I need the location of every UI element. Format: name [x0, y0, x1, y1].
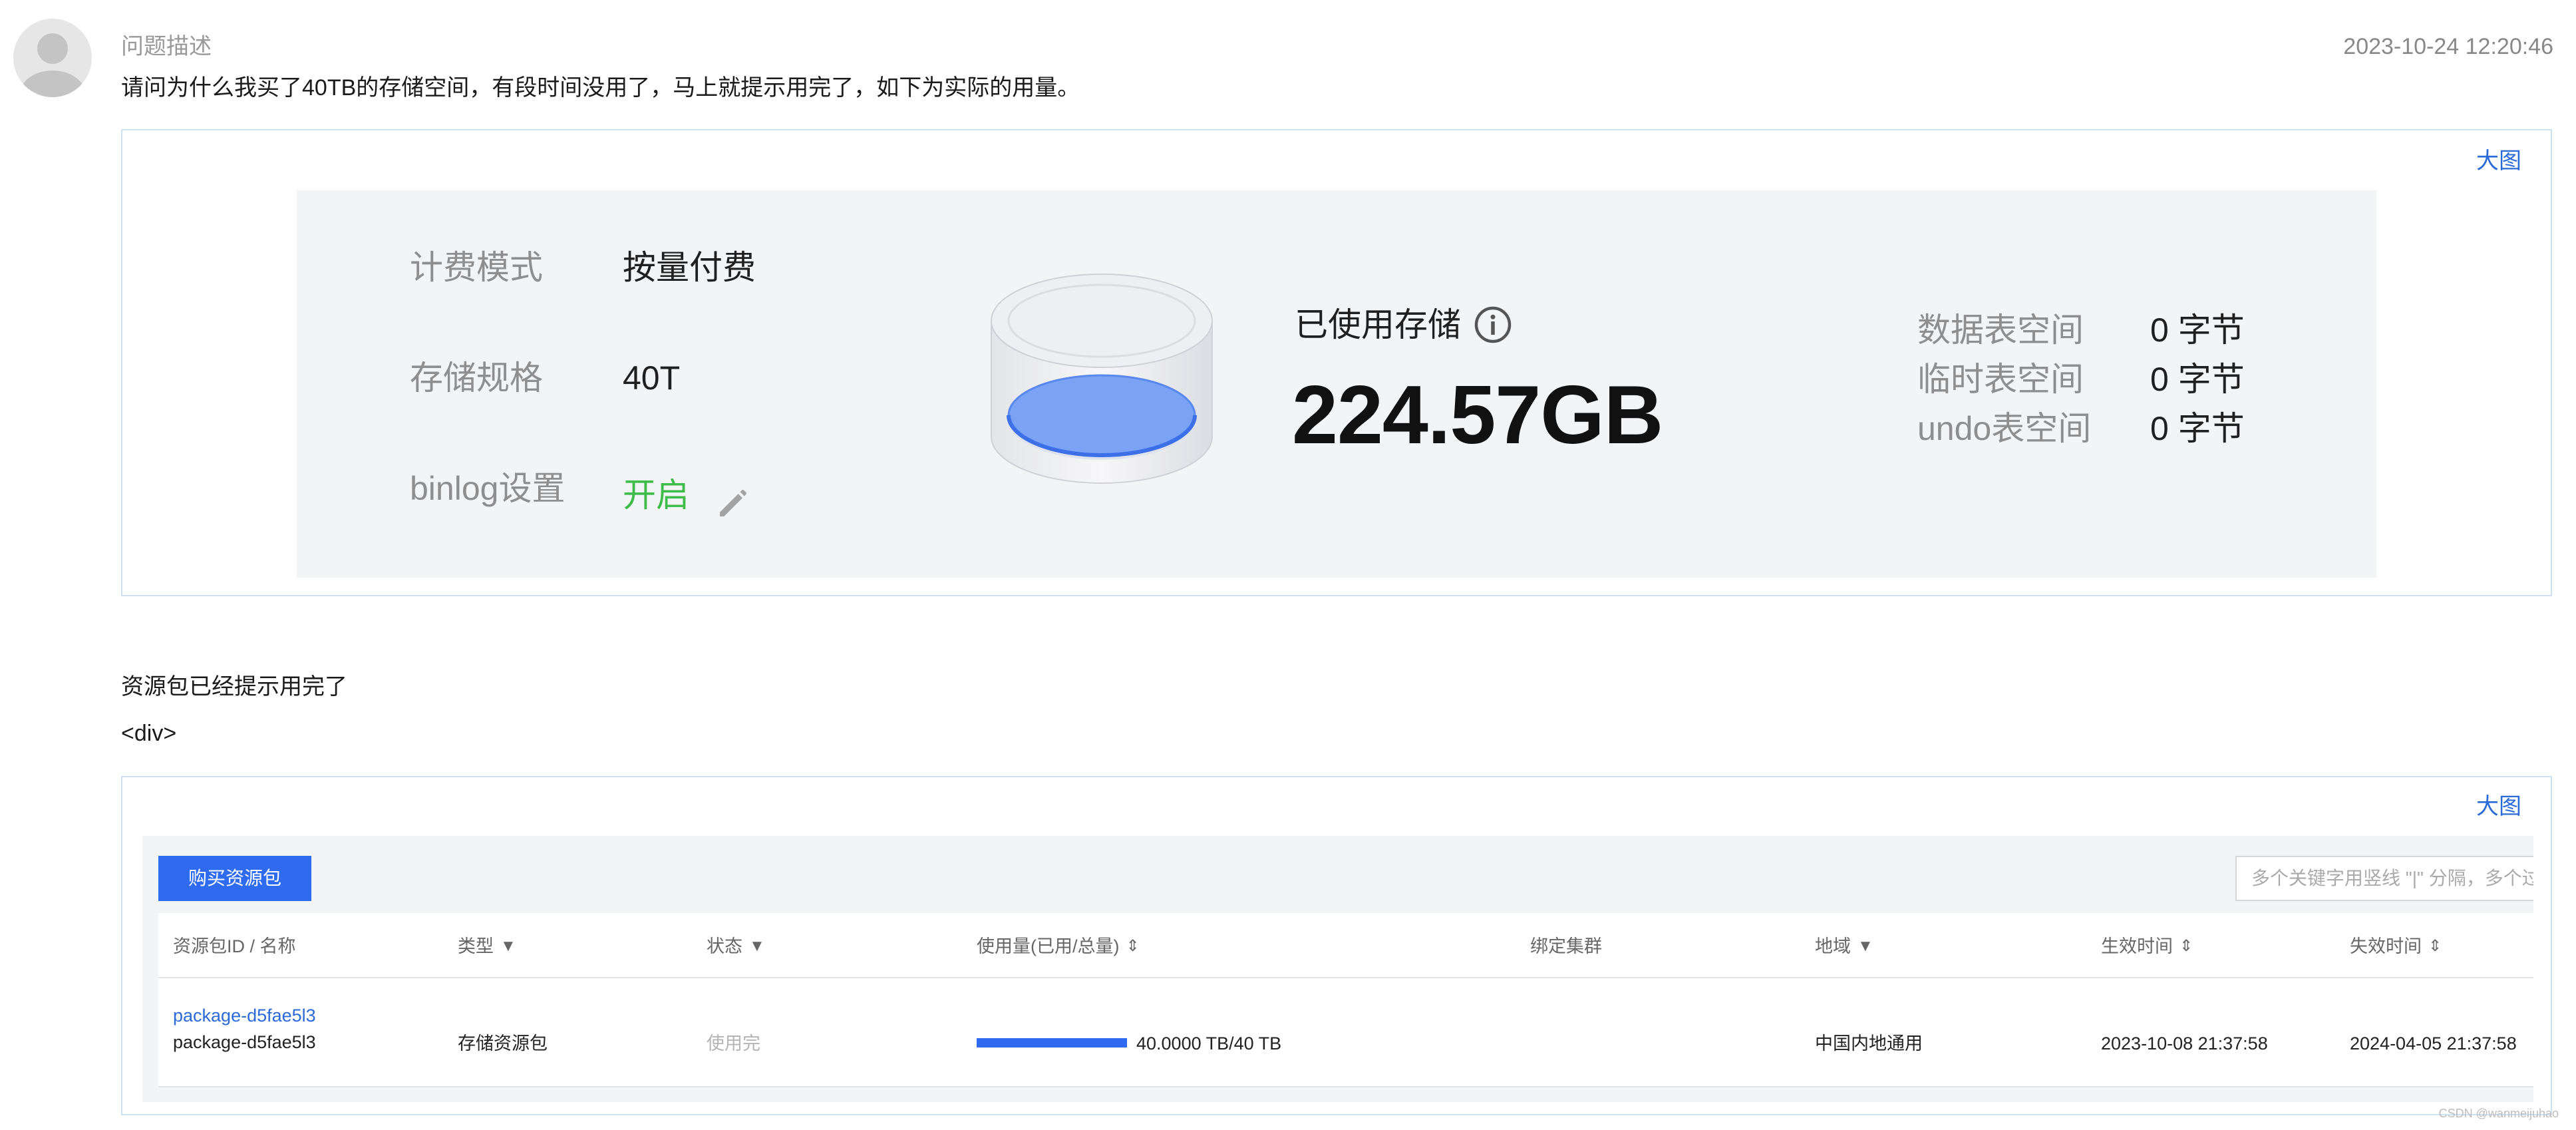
- col-header-start-time: 生效时间 ⇕: [2101, 934, 2193, 958]
- billing-mode-label: 计费模式: [410, 249, 543, 286]
- data-tablespace-value: 0 字节: [2150, 311, 2245, 349]
- resource-package-panel: 购买资源包 多个关键字用竖线 "|" 分隔，多个过 资源包ID / 名称 类型 ▼…: [142, 836, 2533, 1102]
- section-note: 资源包已经提示用完了: [121, 674, 347, 699]
- usage-progress-bar: [977, 1038, 1127, 1047]
- storage-overview-panel: 计费模式 按量付费 存储规格 40T binlog设置 开启 已使用存储 224…: [297, 190, 2376, 578]
- info-icon[interactable]: [1473, 305, 1513, 345]
- filter-icon[interactable]: ▼: [749, 934, 765, 958]
- filter-icon[interactable]: ▼: [500, 934, 516, 958]
- usage-progress-fill: [977, 1038, 1127, 1047]
- col-header-usage-label: 使用量(已用/总量): [977, 936, 1120, 956]
- temp-tablespace-label: 临时表空间: [1917, 361, 2084, 398]
- sort-icon[interactable]: ⇕: [2428, 934, 2442, 958]
- storage-cylinder-icon: [991, 274, 1213, 484]
- view-large-image-link[interactable]: 大图: [2476, 148, 2521, 174]
- question-title: 问题描述: [121, 34, 212, 59]
- avatar-head-shape: [37, 33, 68, 64]
- col-header-id-name-label: 资源包ID / 名称: [173, 936, 296, 956]
- image-frame-resource-package: 大图 购买资源包 多个关键字用竖线 "|" 分隔，多个过 资源包ID / 名称 …: [121, 776, 2552, 1115]
- storage-spec-value: 40T: [623, 359, 681, 397]
- used-storage-label: 已使用存储: [1295, 306, 1461, 343]
- table-header-divider: [158, 977, 2533, 978]
- resource-package-table: 资源包ID / 名称 类型 ▼ 状态 ▼ 使用量(已用/总量) ⇕ 绑定集群 地域 ▼ …: [158, 913, 2533, 1087]
- undo-tablespace-value: 0 字节: [2150, 410, 2245, 447]
- col-header-region: 地域 ▼: [1815, 934, 1873, 958]
- question-timestamp: 2023-10-24 12:20:46: [2343, 34, 2553, 59]
- section-code-text: <div>: [121, 721, 177, 746]
- image-frame-storage: 大图 计费模式 按量付费 存储规格 40T binlog设置 开启 已使用存储 …: [121, 129, 2552, 596]
- billing-mode-value: 按量付费: [623, 249, 756, 286]
- package-name: package-d5fae5l3: [173, 1032, 316, 1052]
- used-storage-value: 224.57GB: [1292, 369, 1663, 461]
- package-type: 存储资源包: [458, 1034, 548, 1053]
- avatar-body-shape: [20, 71, 85, 97]
- question-body: 请问为什么我买了40TB的存储空间，有段时间没用了，马上就提示用完了，如下为实际…: [121, 75, 1080, 100]
- sort-icon[interactable]: ⇕: [1126, 934, 1139, 958]
- undo-tablespace-label: undo表空间: [1917, 410, 2092, 447]
- col-header-id-name: 资源包ID / 名称: [173, 934, 296, 958]
- end-time: 2024-04-05 21:37:58: [2350, 1034, 2517, 1053]
- temp-tablespace-value: 0 字节: [2150, 361, 2245, 398]
- col-header-end-time-label: 失效时间: [2350, 936, 2422, 956]
- sort-icon[interactable]: ⇕: [2179, 934, 2193, 958]
- edit-pencil-icon[interactable]: [713, 483, 753, 523]
- col-header-start-time-label: 生效时间: [2101, 936, 2173, 956]
- usage-text: 40.0000 TB/40 TB: [1136, 1034, 1282, 1053]
- col-header-cluster-label: 绑定集群: [1530, 936, 1602, 956]
- col-header-usage: 使用量(已用/总量) ⇕: [977, 934, 1140, 958]
- col-header-status-label: 状态: [707, 936, 742, 956]
- col-header-status: 状态 ▼: [707, 934, 765, 958]
- col-header-type-label: 类型: [458, 936, 494, 956]
- package-id-link[interactable]: package-d5fae5l3: [173, 1004, 316, 1028]
- col-header-region-label: 地域: [1815, 936, 1851, 956]
- user-avatar[interactable]: [13, 19, 92, 97]
- binlog-setting-label: binlog设置: [410, 470, 565, 507]
- filter-icon[interactable]: ▼: [1857, 934, 1873, 958]
- storage-spec-label: 存储规格: [410, 359, 543, 397]
- package-status: 使用完: [707, 1034, 760, 1053]
- search-input[interactable]: 多个关键字用竖线 "|" 分隔，多个过: [2235, 856, 2533, 901]
- data-tablespace-label: 数据表空间: [1917, 311, 2084, 349]
- start-time: 2023-10-08 21:37:58: [2101, 1034, 2268, 1053]
- watermark: CSDN @wanmeijuhao: [2438, 1107, 2559, 1120]
- binlog-setting-value: 开启: [623, 476, 689, 514]
- buy-resource-package-button[interactable]: 购买资源包: [158, 856, 311, 901]
- col-header-type: 类型 ▼: [458, 934, 516, 958]
- table-row-divider: [158, 1086, 2533, 1087]
- view-large-image-link-2[interactable]: 大图: [2476, 793, 2521, 820]
- col-header-cluster: 绑定集群: [1530, 934, 1602, 958]
- col-header-end-time: 失效时间 ⇕: [2350, 934, 2442, 958]
- region: 中国内地通用: [1815, 1034, 1923, 1053]
